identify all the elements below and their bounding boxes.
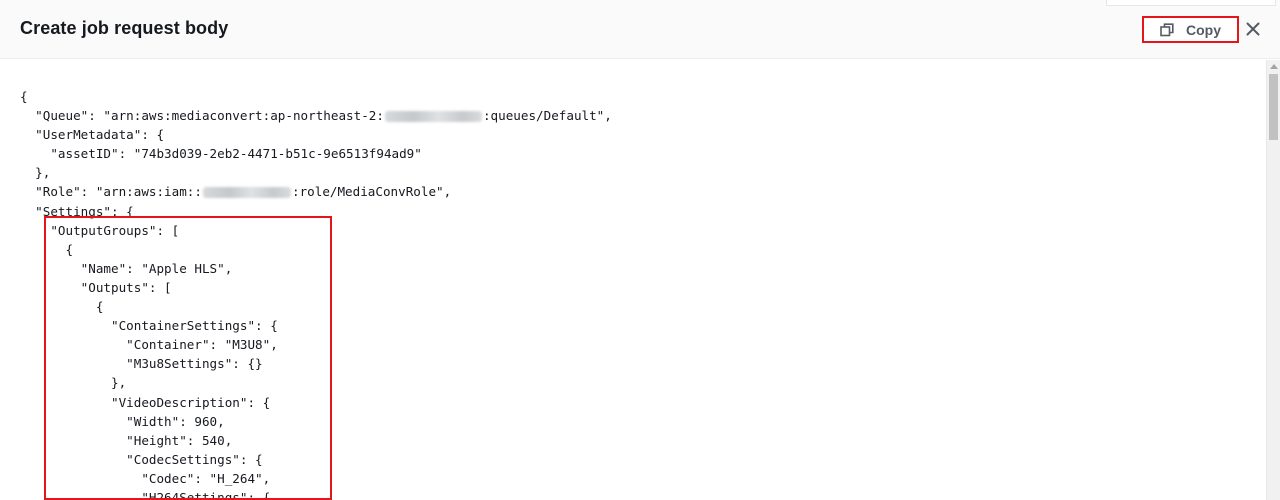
code-text: "H264Settings": { xyxy=(20,489,271,500)
dialog-title: Create job request body xyxy=(20,18,229,38)
tooltip-edge xyxy=(1106,0,1276,6)
code-text: "UserMetadata": { xyxy=(20,127,165,143)
scrollbar-thumb[interactable] xyxy=(1269,74,1278,140)
code-line: "ContainerSettings": { xyxy=(20,316,612,335)
copy-icon xyxy=(1160,22,1174,36)
code-line: "Name": "Apple HLS", xyxy=(20,259,612,278)
code-text: "Settings": { xyxy=(20,203,134,219)
code-line: "Queue": "arn:aws:mediaconvert:ap-northe… xyxy=(20,106,612,125)
scroll-up-icon[interactable] xyxy=(1270,64,1278,69)
close-icon xyxy=(1246,22,1260,36)
code-text: }, xyxy=(20,165,51,181)
redacted-account-id xyxy=(384,111,482,123)
code-text: { xyxy=(20,299,104,315)
code-text: "M3u8Settings": {} xyxy=(20,356,263,372)
code-line: "Role": "arn:aws:iam:::role/MediaConvRol… xyxy=(20,182,612,201)
code-line: "Width": 960, xyxy=(20,412,612,431)
code-text: "OutputGroups": [ xyxy=(20,222,180,238)
code-text: "assetID": "74b3d039-2eb2-4471-b51c-9e65… xyxy=(20,146,422,162)
code-line: { xyxy=(20,87,612,106)
json-code-block: { "Queue": "arn:aws:mediaconvert:ap-nort… xyxy=(20,87,612,500)
code-text: "Role": "arn:aws:iam:: xyxy=(20,184,202,200)
code-line: }, xyxy=(20,163,612,182)
code-text: { xyxy=(20,89,28,104)
code-line: "assetID": "74b3d039-2eb2-4471-b51c-9e65… xyxy=(20,144,612,163)
code-line: { xyxy=(20,297,612,316)
code-line: "Container": "M3U8", xyxy=(20,335,612,354)
code-line: "H264Settings": { xyxy=(20,488,612,500)
code-text: :role/MediaConvRole", xyxy=(291,184,452,200)
code-text: "Height": 540, xyxy=(20,432,233,448)
close-button[interactable] xyxy=(1244,20,1262,38)
json-code-viewer: { "Queue": "arn:aws:mediaconvert:ap-nort… xyxy=(0,60,1266,500)
copy-button-label: Copy xyxy=(1186,21,1221,38)
code-text: "Outputs": [ xyxy=(20,279,172,295)
code-text: "ContainerSettings": { xyxy=(20,318,278,334)
code-text: "Width": 960, xyxy=(20,413,225,429)
code-text: "Container": "M3U8", xyxy=(20,337,278,353)
dialog-header: Create job request body Copy xyxy=(0,0,1280,59)
code-text: "Codec": "H_264", xyxy=(20,470,271,486)
code-line: "VideoDescription": { xyxy=(20,393,612,412)
copy-button[interactable]: Copy xyxy=(1142,16,1239,43)
code-text: "VideoDescription": { xyxy=(20,394,271,410)
code-line: "Outputs": [ xyxy=(20,278,612,297)
code-line: "Height": 540, xyxy=(20,431,612,450)
code-line: { xyxy=(20,240,612,259)
code-text: { xyxy=(20,241,74,257)
code-line: }, xyxy=(20,373,612,392)
code-line: "Settings": { xyxy=(20,202,612,221)
code-line: "CodecSettings": { xyxy=(20,450,612,469)
redacted-account-id xyxy=(202,187,291,199)
code-text: "CodecSettings": { xyxy=(20,451,263,467)
code-text: }, xyxy=(20,375,127,391)
code-line: "M3u8Settings": {} xyxy=(20,354,612,373)
code-line: "UserMetadata": { xyxy=(20,125,612,144)
code-text: :queues/Default", xyxy=(482,108,612,124)
vertical-scrollbar[interactable] xyxy=(1266,60,1280,500)
code-text: "Queue": "arn:aws:mediaconvert:ap-northe… xyxy=(20,108,384,124)
code-line: "Codec": "H_264", xyxy=(20,469,612,488)
code-text: "Name": "Apple HLS", xyxy=(20,260,233,276)
code-line: "OutputGroups": [ xyxy=(20,221,612,240)
